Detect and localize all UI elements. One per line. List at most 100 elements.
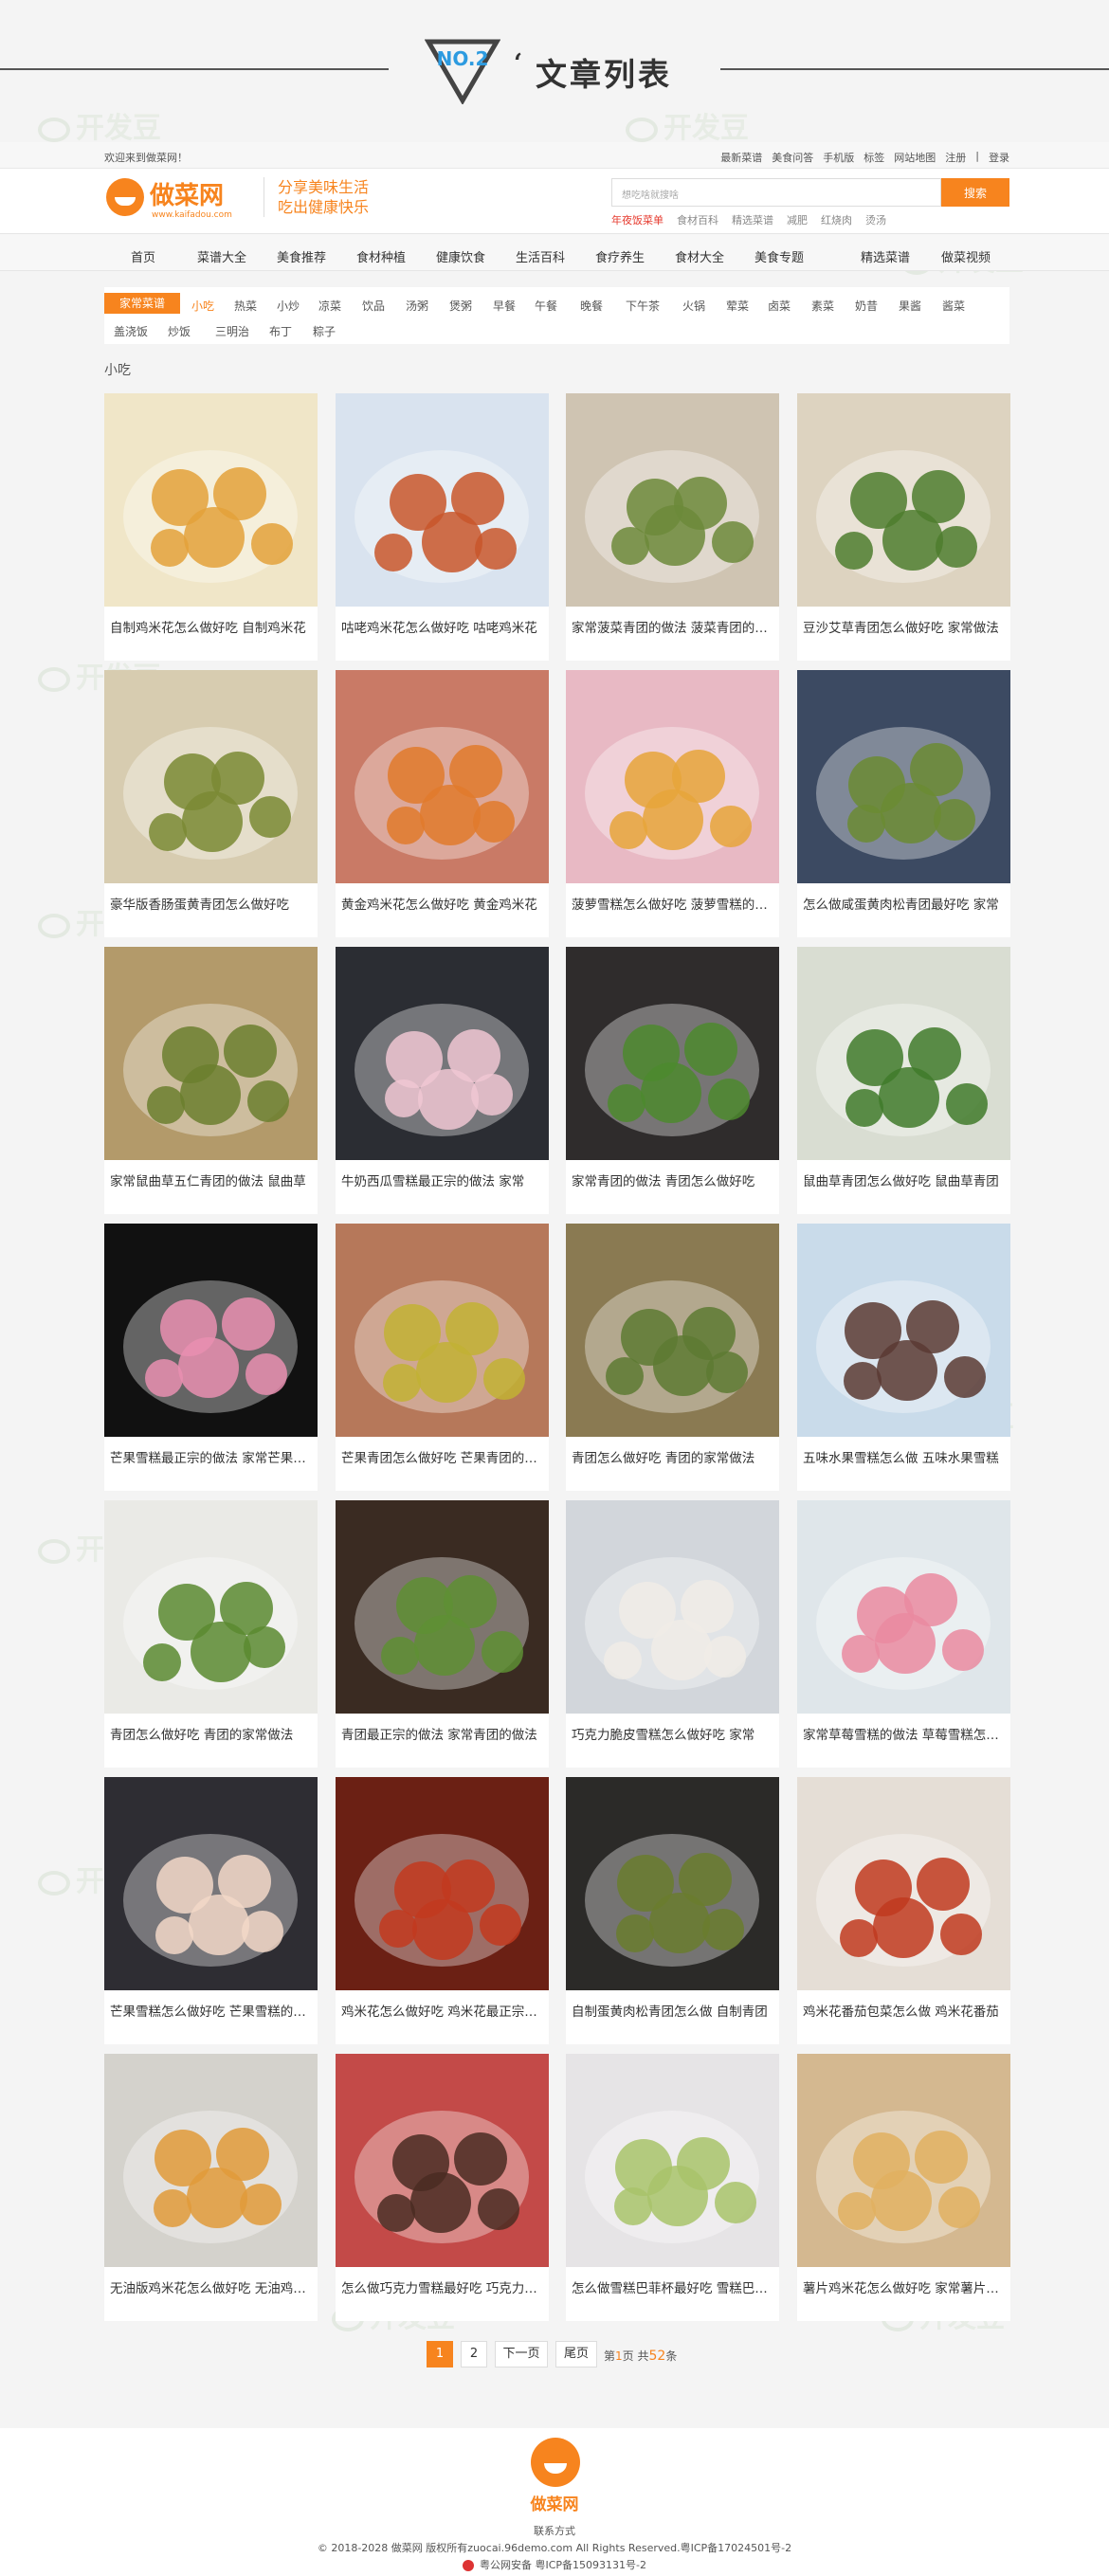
article-title[interactable]: 巧克力脆皮雪糕怎么做好吃 家常 — [572, 1724, 773, 1743]
article-title[interactable]: 芒果雪糕怎么做好吃 芒果雪糕的做法 — [110, 2001, 312, 2020]
chef-logo-icon[interactable] — [106, 178, 144, 216]
top-link[interactable]: 美食问答 — [772, 150, 813, 165]
category-item[interactable]: 布丁 — [269, 323, 292, 339]
category-item[interactable]: 小炒 — [277, 298, 300, 314]
hot-keyword[interactable]: 年夜饭菜单 — [611, 212, 664, 227]
article-card[interactable]: 五味水果雪糕怎么做 五味水果雪糕 — [797, 1224, 1010, 1491]
article-card[interactable]: 牛奶西瓜雪糕最正宗的做法 家常 — [336, 947, 549, 1214]
category-item[interactable]: 火锅 — [682, 298, 705, 314]
category-item[interactable]: 奶昔 — [855, 298, 878, 314]
article-thumbnail[interactable] — [104, 1777, 318, 1990]
article-title[interactable]: 芒果青团怎么做好吃 芒果青团的做法 — [341, 1447, 543, 1466]
article-thumbnail[interactable] — [336, 393, 549, 607]
article-title[interactable]: 牛奶西瓜雪糕最正宗的做法 家常 — [341, 1170, 543, 1189]
article-title[interactable]: 鸡米花番茄包菜怎么做 鸡米花番茄 — [803, 2001, 1005, 2020]
article-card[interactable]: 鸡米花怎么做好吃 鸡米花最正宗的做法 — [336, 1777, 549, 2044]
article-thumbnail[interactable] — [104, 2054, 318, 2267]
top-link[interactable]: 网站地图 — [894, 150, 936, 165]
category-item[interactable]: 热菜 — [234, 298, 257, 314]
article-card[interactable]: 家常草莓雪糕的做法 草莓雪糕怎么做 — [797, 1500, 1010, 1768]
article-thumbnail[interactable] — [797, 1224, 1010, 1437]
search-button[interactable]: 搜索 — [941, 178, 1009, 207]
article-thumbnail[interactable] — [104, 670, 318, 883]
article-title[interactable]: 怎么做咸蛋黄肉松青团最好吃 家常 — [803, 894, 1005, 913]
article-thumbnail[interactable] — [104, 1224, 318, 1437]
article-card[interactable]: 青团怎么做好吃 青团的家常做法 — [566, 1224, 779, 1491]
last-page-button[interactable]: 尾页 — [555, 2341, 597, 2367]
article-title[interactable]: 五味水果雪糕怎么做 五味水果雪糕 — [803, 1447, 1005, 1466]
article-thumbnail[interactable] — [336, 947, 549, 1160]
nav-item[interactable]: 菜谱大全 — [197, 247, 246, 265]
hot-keyword[interactable]: 食材百科 — [677, 212, 718, 227]
article-title[interactable]: 菠萝雪糕怎么做好吃 菠萝雪糕的做法 — [572, 894, 773, 913]
top-link[interactable]: 登录 — [989, 150, 1009, 165]
article-title[interactable]: 青团怎么做好吃 青团的家常做法 — [572, 1447, 773, 1466]
category-item[interactable]: 荤菜 — [726, 298, 749, 314]
top-link[interactable]: 标签 — [864, 150, 884, 165]
category-item[interactable]: 粽子 — [313, 323, 336, 339]
article-card[interactable]: 巧克力脆皮雪糕怎么做好吃 家常 — [566, 1500, 779, 1768]
article-card[interactable]: 家常鼠曲草五仁青团的做法 鼠曲草 — [104, 947, 318, 1214]
article-thumbnail[interactable] — [104, 947, 318, 1160]
nav-item[interactable]: 健康饮食 — [436, 247, 485, 265]
article-title[interactable]: 家常菠菜青团的做法 菠菜青团的做法 — [572, 617, 773, 636]
category-item[interactable]: 盖浇饭 — [114, 323, 148, 339]
article-thumbnail[interactable] — [797, 947, 1010, 1160]
article-card[interactable]: 豆沙艾草青团怎么做好吃 家常做法 — [797, 393, 1010, 661]
article-title[interactable]: 家常草莓雪糕的做法 草莓雪糕怎么做 — [803, 1724, 1005, 1743]
nav-item[interactable]: 食材种植 — [356, 247, 406, 265]
hot-keyword[interactable]: 红烧肉 — [821, 212, 852, 227]
category-item[interactable]: 凉菜 — [318, 298, 341, 314]
article-card[interactable]: 鸡米花番茄包菜怎么做 鸡米花番茄 — [797, 1777, 1010, 2044]
site-logo-text[interactable]: 做菜网 — [150, 176, 224, 211]
footer-contact-link[interactable]: 联系方式 — [0, 2523, 1109, 2538]
article-thumbnail[interactable] — [797, 2054, 1010, 2267]
article-thumbnail[interactable] — [797, 1500, 1010, 1714]
article-card[interactable]: 怎么做雪糕巴菲杯最好吃 雪糕巴菲杯 — [566, 2054, 779, 2321]
category-item[interactable]: 小吃 — [191, 298, 214, 314]
search-input[interactable]: 想吃啥就搜啥 — [611, 178, 941, 207]
article-thumbnail[interactable] — [336, 2054, 549, 2267]
nav-item[interactable]: 首页 — [131, 247, 155, 265]
article-thumbnail[interactable] — [336, 1224, 549, 1437]
article-thumbnail[interactable] — [104, 393, 318, 607]
category-item[interactable]: 果酱 — [899, 298, 921, 314]
article-card[interactable]: 黄金鸡米花怎么做好吃 黄金鸡米花 — [336, 670, 549, 937]
category-item[interactable]: 晚餐 — [580, 298, 603, 314]
article-thumbnail[interactable] — [566, 1777, 779, 1990]
article-thumbnail[interactable] — [566, 1500, 779, 1714]
category-item[interactable]: 早餐 — [493, 298, 516, 314]
article-title[interactable]: 怎么做巧克力雪糕最好吃 巧克力雪糕 — [341, 2277, 543, 2296]
article-thumbnail[interactable] — [797, 393, 1010, 607]
article-card[interactable]: 自制鸡米花怎么做好吃 自制鸡米花 — [104, 393, 318, 661]
category-item[interactable]: 煲粥 — [449, 298, 472, 314]
article-card[interactable]: 菠萝雪糕怎么做好吃 菠萝雪糕的做法 — [566, 670, 779, 937]
category-item[interactable]: 午餐 — [535, 298, 557, 314]
article-title[interactable]: 青团最正宗的做法 家常青团的做法 — [341, 1724, 543, 1743]
article-card[interactable]: 家常菠菜青团的做法 菠菜青团的做法 — [566, 393, 779, 661]
category-item[interactable]: 素菜 — [811, 298, 834, 314]
article-title[interactable]: 咕咾鸡米花怎么做好吃 咕咾鸡米花 — [341, 617, 543, 636]
category-item[interactable]: 酱菜 — [942, 298, 965, 314]
article-title[interactable]: 鸡米花怎么做好吃 鸡米花最正宗的做法 — [341, 2001, 543, 2020]
nav-item[interactable]: 生活百科 — [516, 247, 565, 265]
next-page-button[interactable]: 下一页 — [495, 2341, 548, 2367]
article-title[interactable]: 豆沙艾草青团怎么做好吃 家常做法 — [803, 617, 1005, 636]
article-title[interactable]: 自制鸡米花怎么做好吃 自制鸡米花 — [110, 617, 312, 636]
page-2-button[interactable]: 2 — [461, 2341, 487, 2367]
article-card[interactable]: 芒果雪糕怎么做好吃 芒果雪糕的做法 — [104, 1777, 318, 2044]
article-thumbnail[interactable] — [566, 1224, 779, 1437]
article-title[interactable]: 无油版鸡米花怎么做好吃 无油鸡米花 — [110, 2277, 312, 2296]
category-item[interactable]: 卤菜 — [768, 298, 791, 314]
category-label[interactable]: 家常菜谱 — [104, 293, 180, 314]
category-item[interactable]: 饮品 — [362, 298, 385, 314]
category-item[interactable]: 下午茶 — [626, 298, 660, 314]
article-title[interactable]: 黄金鸡米花怎么做好吃 黄金鸡米花 — [341, 894, 543, 913]
category-item[interactable]: 汤粥 — [406, 298, 428, 314]
page-1-button[interactable]: 1 — [427, 2341, 453, 2367]
nav-item[interactable]: 做菜视频 — [941, 247, 991, 265]
article-thumbnail[interactable] — [104, 1500, 318, 1714]
category-item[interactable]: 三明治 — [215, 323, 249, 339]
hot-keyword[interactable]: 烫汤 — [865, 212, 886, 227]
article-thumbnail[interactable] — [336, 1777, 549, 1990]
